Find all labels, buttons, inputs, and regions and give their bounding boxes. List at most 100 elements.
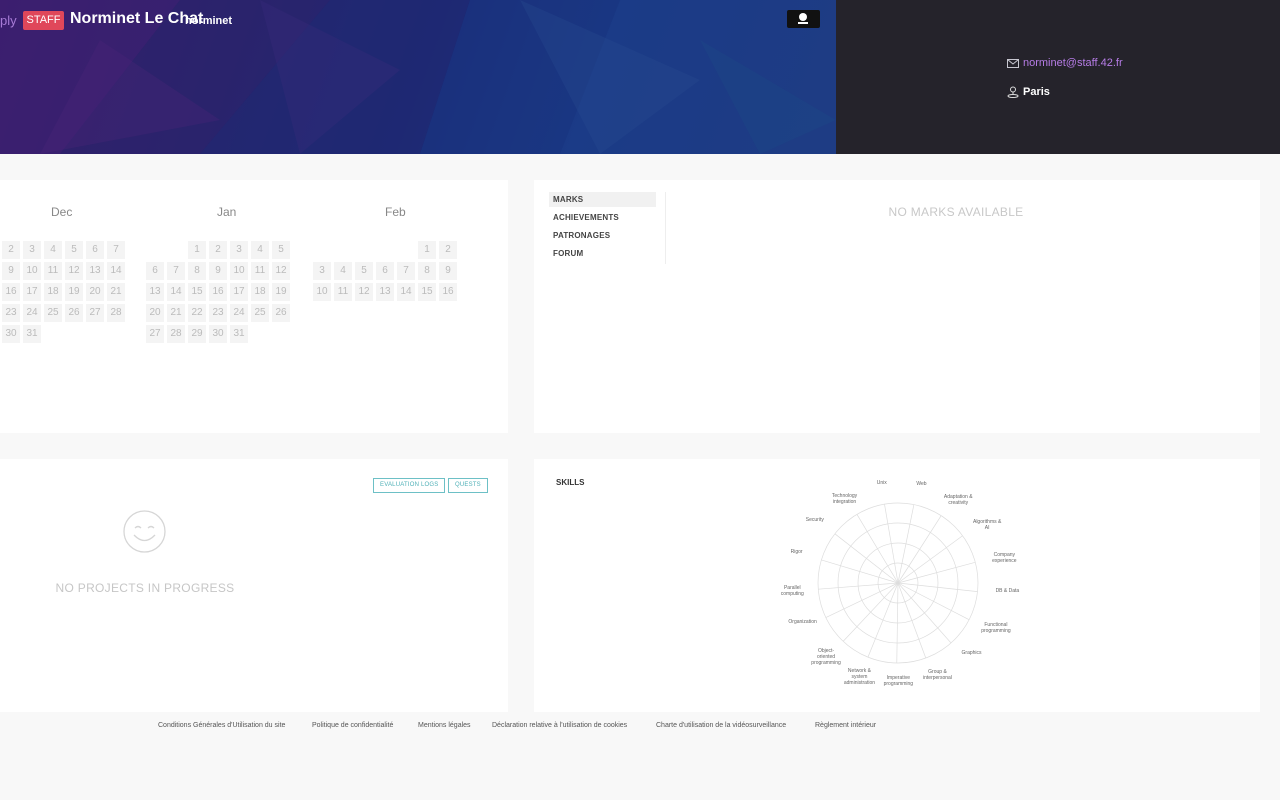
calendar-day: 10 <box>313 283 331 301</box>
calendar-day: 19 <box>65 283 83 301</box>
calendar-day: 31 <box>23 325 41 343</box>
calendar-day: 18 <box>44 283 62 301</box>
calendar-day: 9 <box>209 262 227 280</box>
tab-achievements[interactable]: ACHIEVEMENTS <box>549 210 656 225</box>
radar-spoke <box>897 582 970 621</box>
calendar-day: 26 <box>272 304 290 322</box>
skill-label: Unix <box>876 480 887 487</box>
calendar-day: 3 <box>230 241 248 259</box>
evaluation-logs-button[interactable]: EVALUATION LOGS <box>373 478 446 493</box>
calendar-day: 5 <box>355 262 373 280</box>
calendar-day: 11 <box>334 283 352 301</box>
radar-spoke <box>825 582 899 618</box>
calendar-day: 23 <box>2 304 20 322</box>
calendar-day: 16 <box>439 283 457 301</box>
calendar-day: 13 <box>146 283 164 301</box>
calendar-day: 4 <box>334 262 352 280</box>
calendar-day: 27 <box>146 325 164 343</box>
calendar-day: 12 <box>272 262 290 280</box>
skill-label: DB & Data <box>995 587 1020 594</box>
calendar-day: 1 <box>188 241 206 259</box>
calendar-day: 11 <box>251 262 269 280</box>
no-projects-message: NO PROJECTS IN PROGRESS <box>55 581 235 595</box>
calendar-day: 11 <box>44 262 62 280</box>
calendar-day: 28 <box>107 304 125 322</box>
calendar-day: 30 <box>209 325 227 343</box>
month-title: Dec <box>51 205 73 219</box>
user-full-name: Norminet Le Chat <box>70 10 204 27</box>
email-row[interactable]: norminet@staff.42.fr <box>1007 57 1123 69</box>
tab-marks[interactable]: MARKS <box>549 192 656 207</box>
calendar-day: 3 <box>23 241 41 259</box>
calendar-day: 7 <box>107 241 125 259</box>
skill-label: Object- oriented programming <box>811 648 841 667</box>
calendar-day: 8 <box>188 262 206 280</box>
calendar-day: 21 <box>167 304 185 322</box>
calendar-day: 13 <box>86 262 104 280</box>
previous-label[interactable]: ply <box>0 13 17 28</box>
user-login: norminet <box>185 15 233 27</box>
skill-label: Parallel computing <box>780 584 804 597</box>
calendar-day: 7 <box>397 262 415 280</box>
calendar-day: 9 <box>2 262 20 280</box>
calendar-day: 21 <box>107 283 125 301</box>
calendar-day: 12 <box>65 262 83 280</box>
calendar-day: 31 <box>230 325 248 343</box>
calendar-day: 3 <box>313 262 331 280</box>
calendar-day: 13 <box>376 283 394 301</box>
radar-spoke <box>867 582 899 658</box>
calendar-day: 29 <box>188 325 206 343</box>
skill-label: Algorithms & AI <box>972 519 1002 532</box>
tab-patronages[interactable]: PATRONAGES <box>549 228 656 243</box>
calendar-day: 4 <box>251 241 269 259</box>
radar-spoke <box>897 582 952 644</box>
calendar-day: 8 <box>418 262 436 280</box>
marks-tabs: MARKS ACHIEVEMENTS PATRONAGES FORUM <box>549 192 665 264</box>
footer-link-legal[interactable]: Mentions légales <box>418 722 471 729</box>
profile-header: ply STAFF Norminet Le Chat norminet norm… <box>0 0 1280 154</box>
calendar-day: 19 <box>272 283 290 301</box>
tab-forum[interactable]: FORUM <box>549 246 656 261</box>
footer-link-rules[interactable]: Règlement intérieur <box>815 722 876 729</box>
calendar-day: 4 <box>44 241 62 259</box>
quests-button[interactable]: QUESTS <box>448 478 488 493</box>
calendar-day: 2 <box>209 241 227 259</box>
location-pin-icon <box>799 13 807 21</box>
calendar-day: 22 <box>188 304 206 322</box>
city-row: Paris <box>1007 86 1050 98</box>
skills-title: SKILLS <box>556 478 585 487</box>
envelope-icon <box>1007 58 1019 68</box>
calendar-day: 25 <box>251 304 269 322</box>
calendar-day: 30 <box>2 325 20 343</box>
calendar-day: 16 <box>2 283 20 301</box>
skill-label: Graphics <box>961 650 982 657</box>
skill-label: Rigor <box>790 548 803 555</box>
user-info-panel <box>836 0 1280 154</box>
smiley-icon <box>123 510 166 553</box>
calendar-day: 23 <box>209 304 227 322</box>
skill-label: Organization <box>788 619 817 626</box>
skill-label: Technology integration <box>831 492 858 505</box>
calendar-day: 24 <box>230 304 248 322</box>
month-title: Feb <box>385 205 406 219</box>
skill-label: Company experience <box>992 551 1017 564</box>
calendar-day: 6 <box>86 241 104 259</box>
skill-label: Imperative programming <box>883 674 914 687</box>
skill-label: Group & interpersonal <box>923 668 952 681</box>
footer: Conditions Générales d'Utilisation du si… <box>0 722 1280 736</box>
footer-link-cctv[interactable]: Charte d'utilisation de la vidéosurveill… <box>656 722 786 729</box>
logtime-calendar-card: Dec 2 3 4 5 6 7 9 10 11 12 13 14 16 17 18 19 20 21 23 24 25 26… <box>0 180 508 433</box>
location-button[interactable] <box>787 10 820 28</box>
calendar-day: 7 <box>167 262 185 280</box>
calendar-day: 24 <box>23 304 41 322</box>
footer-link-cookies[interactable]: Déclaration relative à l'utilisation de … <box>492 722 627 729</box>
no-marks-message: NO MARKS AVAILABLE <box>888 205 1024 219</box>
calendar-day: 17 <box>23 283 41 301</box>
tabs-divider <box>665 192 666 264</box>
skill-label: Web <box>916 480 927 487</box>
calendar-day: 28 <box>167 325 185 343</box>
user-email[interactable]: norminet@staff.42.fr <box>1023 57 1123 69</box>
footer-link-privacy[interactable]: Politique de confidentialité <box>312 722 393 729</box>
footer-link-cgu[interactable]: Conditions Générales d'Utilisation du si… <box>158 722 285 729</box>
calendar-day: 14 <box>107 262 125 280</box>
